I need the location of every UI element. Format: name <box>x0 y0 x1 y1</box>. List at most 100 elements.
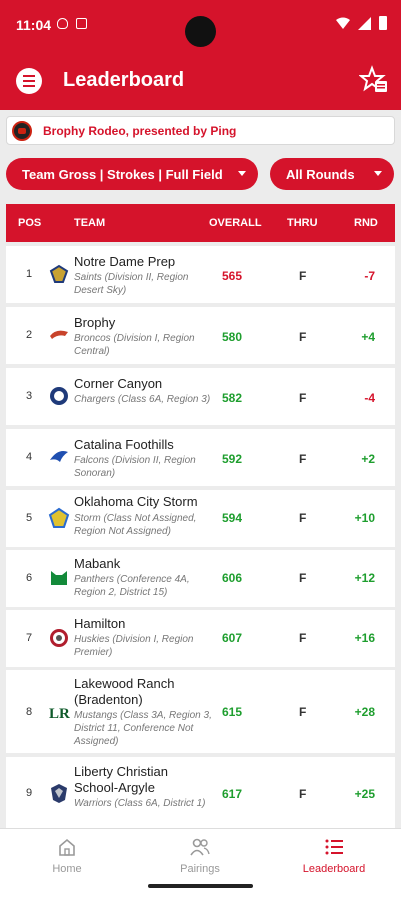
scoring-filter-dropdown[interactable]: Team Gross | Strokes | Full Field <box>6 158 258 190</box>
vpn-icon <box>57 18 68 29</box>
nav-home-label: Home <box>52 863 82 875</box>
home-icon <box>59 838 75 856</box>
signal-icon <box>358 16 371 30</box>
table-row[interactable]: 5 Oklahoma City Storm Storm (Class Not A… <box>6 490 395 547</box>
row-position: 7 <box>26 632 33 644</box>
team-subtitle: Panthers (Conference 4A, Region 2, Distr… <box>74 574 190 598</box>
overall-score: 607 <box>222 631 243 645</box>
col-rnd: RND <box>354 217 378 229</box>
people-icon <box>190 838 210 856</box>
row-position: 6 <box>26 572 33 584</box>
team-name: Corner Canyon <box>74 376 163 391</box>
col-thru: THRU <box>287 217 318 229</box>
event-logo <box>12 120 32 141</box>
team-logo <box>50 451 68 462</box>
team-logo: LR <box>49 706 70 722</box>
notification-icons <box>57 18 87 29</box>
col-overall: OVERALL <box>209 217 262 229</box>
menu-button[interactable] <box>16 68 42 94</box>
thru: F <box>299 787 307 801</box>
team-subtitle: Warriors (Class 6A, District 1) <box>74 798 206 809</box>
team-name: Liberty Christian School-Argyle <box>74 764 168 795</box>
page-title: Leaderboard <box>63 69 185 91</box>
table-row[interactable]: 1 Notre Dame Prep Saints (Division II, R… <box>6 246 395 303</box>
team-subtitle: Chargers (Class 6A, Region 3) <box>74 394 211 405</box>
nav-leaderboard[interactable]: Leaderboard <box>294 837 374 875</box>
round-score: -4 <box>364 391 375 405</box>
overall-score: 580 <box>222 330 243 344</box>
chevron-down-icon <box>238 171 246 176</box>
table-row[interactable]: 2 Brophy Broncos (Division I, Region Cen… <box>6 307 395 364</box>
overall-score: 617 <box>222 787 243 801</box>
team-logo <box>50 387 68 405</box>
nav-pairings[interactable]: Pairings <box>160 837 240 875</box>
table-row[interactable]: 3 Corner Canyon Chargers (Class 6A, Regi… <box>6 368 395 425</box>
table-row[interactable]: 4 Catalina Foothills Falcons (Division I… <box>6 429 395 486</box>
team-name: Brophy <box>74 315 116 330</box>
team-name: Catalina Foothills <box>74 437 174 452</box>
overall-score: 565 <box>222 269 243 283</box>
row-position: 2 <box>26 329 33 341</box>
thru: F <box>299 391 307 405</box>
round-score: -7 <box>364 269 375 283</box>
scoring-filter-label: Team Gross | Strokes | Full Field <box>22 166 223 182</box>
svg-text:LR: LR <box>49 706 70 722</box>
thru: F <box>299 631 307 645</box>
wifi-icon <box>336 17 350 29</box>
rounds-filter-label: All Rounds <box>286 166 355 182</box>
team-subtitle: Falcons (Division II, Region Sonoran) <box>74 455 196 479</box>
round-score: +16 <box>354 631 375 645</box>
round-score: +10 <box>354 511 375 525</box>
table-row[interactable]: 8 LR Lakewood Ranch (Bradenton) Mustangs… <box>6 670 395 753</box>
thru: F <box>299 330 307 344</box>
overall-score: 594 <box>222 511 243 525</box>
thru: F <box>299 705 307 719</box>
round-score: +4 <box>361 330 375 344</box>
round-score: +2 <box>361 452 375 466</box>
camera-notch <box>185 16 216 47</box>
row-position: 1 <box>26 268 33 280</box>
team-logo <box>49 264 69 283</box>
team-logo <box>51 784 67 803</box>
team-logo <box>51 571 67 585</box>
team-subtitle: Broncos (Division I, Region Central) <box>74 333 195 357</box>
team-subtitle: Saints (Division II, Region Desert Sky) <box>74 272 189 296</box>
table-row[interactable]: 9 Liberty Christian School-Argyle Warrio… <box>6 757 395 828</box>
nav-home[interactable]: Home <box>27 837 107 875</box>
col-team: TEAM <box>74 217 106 229</box>
col-pos: POS <box>18 217 42 229</box>
status-time: 11:04 <box>16 17 52 33</box>
table-row[interactable]: 6 Mabank Panthers (Conference 4A, Region… <box>6 550 395 607</box>
nav-leaderboard-label: Leaderboard <box>302 863 366 875</box>
row-position: 3 <box>26 390 33 402</box>
rounds-filter-dropdown[interactable]: All Rounds <box>270 158 394 190</box>
team-name: Lakewood Ranch (Bradenton) <box>74 676 175 707</box>
round-score: +12 <box>354 571 375 585</box>
team-logo <box>48 507 70 528</box>
table-row[interactable]: 7 Hamilton Huskies (Division I, Region P… <box>6 610 395 667</box>
event-banner[interactable]: Brophy Rodeo, presented by Ping <box>6 116 395 145</box>
list-icon <box>325 839 343 855</box>
gesture-bar[interactable] <box>148 884 253 888</box>
thru: F <box>299 452 307 466</box>
overall-score: 582 <box>222 391 243 405</box>
nav-pairings-label: Pairings <box>180 863 220 875</box>
row-position: 9 <box>26 787 33 799</box>
favorite-star-icon[interactable] <box>359 65 389 95</box>
battery-icon <box>379 16 387 30</box>
status-bar: 11:04 <box>0 0 401 52</box>
thru: F <box>299 571 307 585</box>
row-position: 4 <box>26 451 33 463</box>
overall-score: 592 <box>222 452 243 466</box>
round-score: +25 <box>354 787 375 801</box>
team-subtitle: Huskies (Division I, Region Premier) <box>74 634 194 658</box>
row-position: 8 <box>26 706 33 718</box>
overall-score: 606 <box>222 571 243 585</box>
round-score: +28 <box>354 705 375 719</box>
team-logo <box>50 330 68 339</box>
system-icons <box>336 16 387 30</box>
app-bar: Leaderboard <box>0 52 401 110</box>
team-name: Hamilton <box>74 616 126 631</box>
team-name: Mabank <box>74 556 121 571</box>
row-position: 5 <box>26 512 33 524</box>
